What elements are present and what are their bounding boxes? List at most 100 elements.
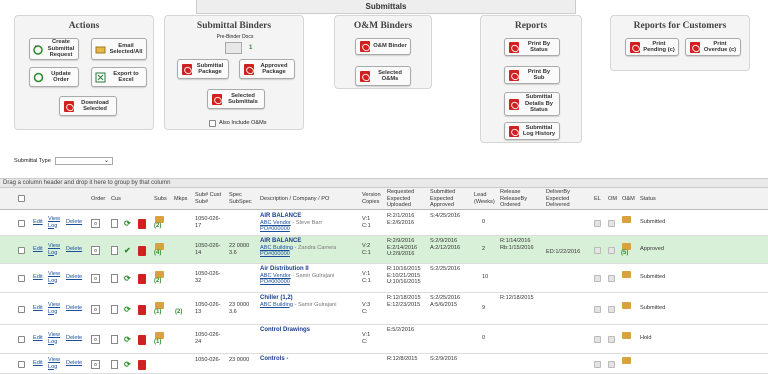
edit-link[interactable]: Edit	[33, 335, 43, 342]
print-pending-button[interactable]: Print Pending (c)	[625, 38, 679, 56]
row-select-checkbox[interactable]	[18, 306, 25, 313]
order-input[interactable]: 0	[91, 360, 100, 369]
subs-folder-icon[interactable]	[155, 271, 164, 278]
check-icon[interactable]: ⟳	[124, 305, 131, 314]
col-requested[interactable]: Requested Expected Uploaded	[387, 189, 425, 209]
col-lead[interactable]: Lead (Weeks)	[474, 192, 496, 205]
om-binder-button[interactable]: O&M Binder	[355, 38, 411, 55]
update-order-button[interactable]: Update Order	[29, 67, 79, 87]
om-checkbox[interactable]	[608, 306, 615, 313]
el-checkbox[interactable]	[594, 275, 601, 282]
group-drop-area[interactable]: Drag a column header and drop it here to…	[0, 178, 768, 188]
oam-count[interactable]: (5)	[621, 250, 628, 256]
order-input[interactable]: 0	[91, 219, 100, 228]
el-checkbox[interactable]	[594, 247, 601, 254]
row-select-checkbox[interactable]	[18, 361, 25, 368]
oam-folder-icon[interactable]	[622, 216, 631, 223]
export-excel-button[interactable]: Export to Excel	[91, 67, 147, 87]
subs-folder-icon[interactable]	[155, 243, 164, 250]
selected-oms-button[interactable]: Selected O&Ms	[355, 66, 411, 86]
edit-link[interactable]: Edit	[33, 274, 43, 281]
company-link[interactable]: ABC Vendor	[260, 220, 291, 226]
subs-count[interactable]: (1)	[154, 309, 161, 315]
order-input[interactable]: 0	[91, 305, 100, 314]
oam-folder-icon[interactable]	[622, 271, 631, 278]
email-selected-button[interactable]: Email Selected/All	[91, 38, 147, 60]
selected-submittals-button[interactable]: Selected Submittals	[207, 89, 265, 109]
oam-folder-icon[interactable]	[622, 302, 631, 309]
edit-link[interactable]: Edit	[33, 360, 43, 367]
order-input[interactable]: 0	[91, 335, 100, 344]
approved-package-button[interactable]: Approved Package	[239, 59, 295, 79]
edit-link[interactable]: Edit	[33, 219, 43, 226]
col-deliver[interactable]: DeliverBy Expected Delivered	[546, 189, 584, 209]
pdf-icon[interactable]	[138, 360, 146, 370]
row-select-checkbox[interactable]	[18, 247, 25, 254]
col-status[interactable]: Status	[640, 196, 656, 203]
row-select-checkbox[interactable]	[18, 336, 25, 343]
submittal-type-select[interactable]: ⌄	[55, 157, 113, 165]
select-all-checkbox[interactable]	[18, 195, 25, 202]
create-submittal-request-button[interactable]: Create Submittal Request	[29, 38, 79, 60]
om-checkbox[interactable]	[608, 275, 615, 282]
om-checkbox[interactable]	[608, 336, 615, 343]
submittal-package-button[interactable]: Submittal Package	[177, 59, 229, 79]
subs-count[interactable]: (4)	[154, 250, 161, 256]
check-icon[interactable]: ⟳	[124, 219, 131, 228]
company-link[interactable]: ABC Vendor	[260, 273, 291, 279]
pdf-icon[interactable]	[138, 335, 146, 345]
row-select-checkbox[interactable]	[18, 275, 25, 282]
include-om-checkbox[interactable]	[209, 120, 216, 127]
document-icon[interactable]	[111, 335, 118, 344]
document-icon[interactable]	[111, 360, 118, 369]
pdf-icon[interactable]	[138, 274, 146, 284]
view-log-link[interactable]: View Log	[48, 302, 60, 315]
pdf-icon[interactable]	[138, 219, 146, 229]
company-link[interactable]: ABC Building	[260, 302, 293, 308]
edit-link[interactable]: Edit	[33, 305, 43, 312]
print-overdue-button[interactable]: Print Overdue (c)	[685, 38, 741, 56]
col-el[interactable]: EL	[594, 196, 601, 203]
el-checkbox[interactable]	[594, 336, 601, 343]
order-input[interactable]: 0	[91, 246, 100, 255]
view-log-link[interactable]: View Log	[48, 271, 60, 284]
oam-folder-icon[interactable]	[622, 332, 631, 339]
subs-folder-icon[interactable]	[155, 332, 164, 339]
description-title[interactable]: Control Drawings	[260, 327, 360, 334]
document-icon[interactable]	[111, 246, 118, 255]
row-select-checkbox[interactable]	[18, 220, 25, 227]
oam-folder-icon[interactable]	[622, 243, 631, 250]
po-link[interactable]: PO#000000	[260, 251, 360, 258]
col-spec[interactable]: Spec SubSpec	[229, 192, 255, 205]
order-input[interactable]: 0	[91, 274, 100, 283]
document-icon[interactable]	[111, 305, 118, 314]
submittal-details-button[interactable]: Submittal Details By Status	[504, 92, 560, 116]
delete-link[interactable]: Delete	[66, 360, 82, 367]
el-checkbox[interactable]	[594, 220, 601, 227]
subs-folder-icon[interactable]	[155, 216, 164, 223]
po-link[interactable]: PO#000000	[260, 226, 360, 233]
pdf-icon[interactable]	[138, 305, 146, 315]
description-title[interactable]: Controls -	[260, 356, 360, 363]
el-checkbox[interactable]	[594, 306, 601, 313]
subs-count[interactable]: (1)	[154, 339, 161, 345]
col-order[interactable]: Order	[91, 196, 105, 203]
company-link[interactable]: ABC Building	[260, 245, 293, 251]
om-checkbox[interactable]	[608, 247, 615, 254]
col-om[interactable]: OM	[608, 196, 617, 203]
delete-link[interactable]: Delete	[66, 246, 82, 253]
print-by-status-button[interactable]: Print By Status	[504, 38, 560, 56]
po-link[interactable]: PO#000000	[260, 279, 360, 286]
col-desc[interactable]: Description / Company / PO	[260, 196, 329, 203]
om-checkbox[interactable]	[608, 361, 615, 368]
view-log-link[interactable]: View Log	[48, 216, 60, 229]
col-cus[interactable]: Cus	[111, 196, 121, 203]
col-sub[interactable]: Sub# Cust Sub#	[195, 192, 225, 205]
view-log-link[interactable]: View Log	[48, 243, 60, 256]
om-checkbox[interactable]	[608, 220, 615, 227]
col-oam[interactable]: O&M	[622, 196, 635, 203]
mkps-count[interactable]: (2)	[175, 309, 182, 315]
subs-folder-icon[interactable]	[155, 302, 164, 309]
subs-count[interactable]: (2)	[154, 223, 161, 229]
check-icon[interactable]: ✔	[124, 246, 131, 255]
